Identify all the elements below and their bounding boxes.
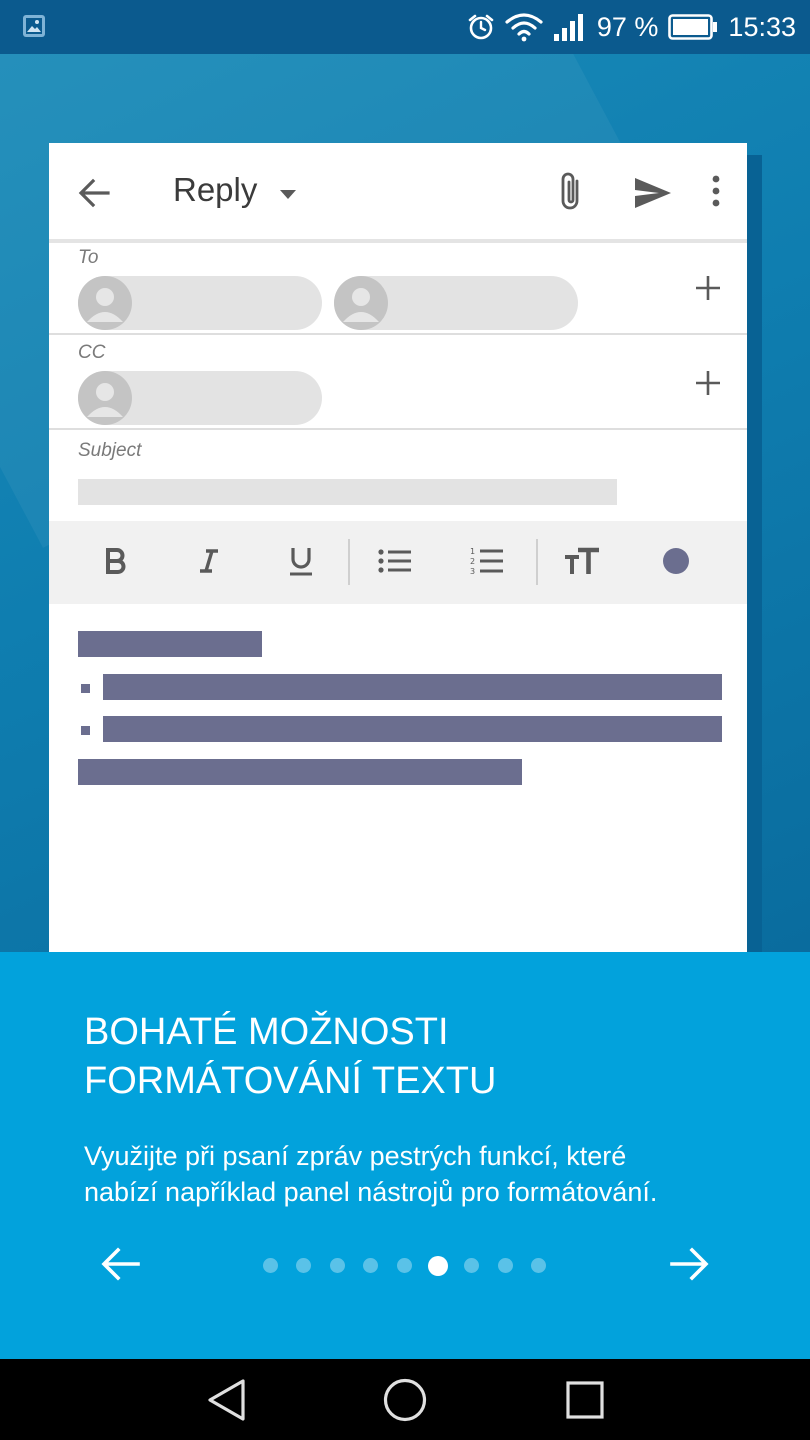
body-heading-placeholder xyxy=(78,631,262,657)
recipient-chip xyxy=(78,276,322,330)
battery-icon xyxy=(668,14,718,40)
field-divider xyxy=(49,333,747,335)
avatar-icon xyxy=(334,276,388,330)
page-dot xyxy=(531,1258,547,1273)
page-dot xyxy=(329,1258,345,1273)
svg-text:2: 2 xyxy=(470,557,475,566)
cc-chip xyxy=(78,371,322,425)
arrow-right-icon xyxy=(670,1247,709,1281)
subject-label: Subject xyxy=(78,440,142,461)
subject-placeholder xyxy=(78,479,617,505)
bullet-point xyxy=(81,726,90,735)
clock: 15:33 xyxy=(728,11,796,42)
page-dot xyxy=(497,1258,513,1273)
send-icon xyxy=(633,176,673,210)
svg-text:3: 3 xyxy=(470,567,475,576)
onboarding-panel: BOHATÉ MOŽNOSTI FORMÁTOVÁNÍ TEXTU Využij… xyxy=(0,952,810,1359)
add-recipient-icon xyxy=(695,275,721,301)
bulleted-list-icon xyxy=(371,539,419,583)
body-bullet-line xyxy=(103,716,722,742)
page-dot xyxy=(296,1258,312,1273)
svg-text:1: 1 xyxy=(470,547,475,556)
underline-icon xyxy=(277,539,325,583)
triangle-back-icon xyxy=(208,1379,245,1421)
body-paragraph-line xyxy=(78,759,522,785)
page-dot xyxy=(396,1258,412,1273)
italic-icon xyxy=(185,539,233,583)
signal-icon xyxy=(553,12,587,42)
attach-icon xyxy=(555,171,585,213)
onboarding-title: BOHATÉ MOŽNOSTI FORMÁTOVÁNÍ TEXTU xyxy=(84,1008,724,1106)
toolbar-separator xyxy=(348,539,350,585)
next-button[interactable] xyxy=(670,1246,710,1282)
nav-home-button[interactable] xyxy=(383,1378,427,1422)
system-navigation-bar xyxy=(0,1359,810,1440)
battery-percent: 97 % xyxy=(596,11,659,42)
nav-recents-button[interactable] xyxy=(566,1381,604,1419)
dropdown-caret-icon xyxy=(279,188,297,200)
to-label: To xyxy=(78,247,99,268)
compose-toolbar: Reply xyxy=(49,143,747,239)
onboarding-description: Využijte při psaní zpráv pestrých funkcí… xyxy=(84,1141,658,1207)
page-dot xyxy=(464,1258,480,1273)
avatar-icon xyxy=(78,371,132,425)
compose-mode-title: Reply xyxy=(173,171,258,208)
compose-preview-card: Reply To CC Subject 1 2 3 xyxy=(49,143,747,952)
alarm-icon xyxy=(467,13,495,41)
body-bullet-line xyxy=(103,674,722,700)
toolbar-divider xyxy=(49,239,747,243)
formatting-toolbar: 1 2 3 xyxy=(49,521,747,604)
recipient-chip xyxy=(334,276,578,330)
onboarding-title-line: BOHATÉ MOŽNOSTI xyxy=(84,1011,449,1053)
wifi-icon xyxy=(505,12,543,42)
bullet-point xyxy=(81,684,90,693)
cc-label: CC xyxy=(78,342,106,363)
page-dot xyxy=(363,1258,379,1273)
square-recents-icon xyxy=(566,1381,604,1419)
image-notification-icon xyxy=(22,14,46,38)
nav-back-button[interactable] xyxy=(205,1378,247,1422)
bold-icon xyxy=(92,539,140,583)
avatar-icon xyxy=(78,276,132,330)
toolbar-separator xyxy=(536,539,538,585)
back-arrow-icon xyxy=(77,176,111,210)
numbered-list-icon: 1 2 3 xyxy=(463,539,511,583)
add-cc-icon xyxy=(695,370,721,396)
page-dot-active xyxy=(428,1256,448,1276)
circle-home-icon xyxy=(383,1378,427,1422)
more-vert-icon xyxy=(709,175,723,207)
page-dot xyxy=(262,1258,278,1273)
field-divider xyxy=(49,428,747,430)
text-color-icon xyxy=(652,539,700,583)
text-size-icon xyxy=(558,539,606,583)
status-bar: 97 % 15:33 xyxy=(0,0,810,54)
onboarding-title-line: FORMÁTOVÁNÍ TEXTU xyxy=(84,1060,497,1102)
